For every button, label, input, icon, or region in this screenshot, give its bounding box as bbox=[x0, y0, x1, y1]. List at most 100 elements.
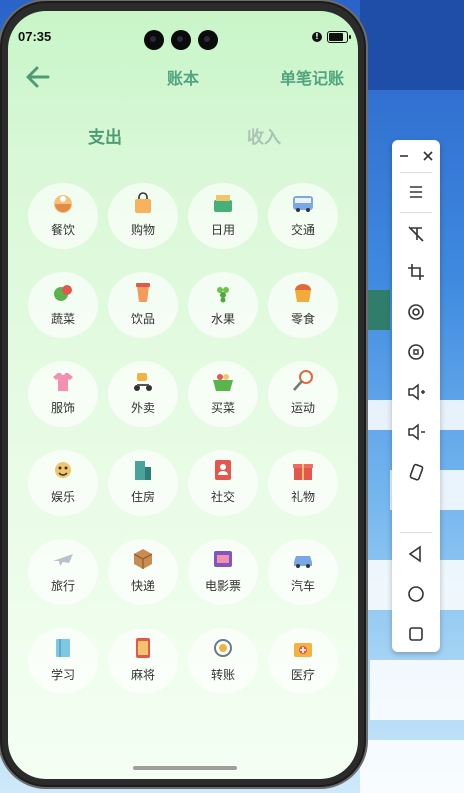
single-record-button[interactable]: 单笔记账 bbox=[280, 65, 344, 89]
entertainment-icon bbox=[51, 458, 75, 482]
medical-kit-icon bbox=[291, 636, 315, 660]
camera-icon bbox=[198, 30, 218, 50]
category-16[interactable]: 礼物 bbox=[268, 450, 338, 516]
notification-alert-icon: ! bbox=[312, 32, 322, 42]
category-18[interactable]: 快递 bbox=[108, 539, 178, 605]
category-24[interactable]: 医疗 bbox=[268, 628, 338, 694]
bus-icon bbox=[291, 191, 315, 215]
contacts-icon bbox=[211, 458, 235, 482]
volume-up-icon[interactable] bbox=[402, 378, 430, 406]
tab-expense[interactable]: 支出 bbox=[75, 123, 135, 148]
category-2[interactable]: 购物 bbox=[108, 183, 178, 249]
category-label: 日用 bbox=[210, 223, 235, 237]
category-label: 快递 bbox=[130, 579, 155, 593]
package-icon bbox=[131, 547, 155, 571]
category-12[interactable]: 运动 bbox=[268, 361, 338, 427]
airplane-icon bbox=[51, 547, 75, 571]
category-label: 住房 bbox=[130, 490, 155, 504]
app-screen: 07:35 ! 账本 单笔记账 支出 收入 餐饮 购物 日用 交通蔬菜 饮品 水果 零食服饰… bbox=[8, 11, 358, 779]
category-7[interactable]: 水果 bbox=[188, 272, 258, 338]
tab-income[interactable]: 收入 bbox=[234, 123, 294, 148]
category-4[interactable]: 交通 bbox=[268, 183, 338, 249]
category-17[interactable]: 旅行 bbox=[28, 539, 98, 605]
category-11[interactable]: 买菜 bbox=[188, 361, 258, 427]
scooter-icon bbox=[131, 369, 155, 393]
category-20[interactable]: 汽车 bbox=[268, 539, 338, 605]
category-label: 饮品 bbox=[130, 312, 155, 326]
category-14[interactable]: 住房 bbox=[108, 450, 178, 516]
shopping-bag-icon bbox=[131, 191, 155, 215]
header: 账本 单笔记账 bbox=[8, 63, 358, 95]
category-label: 买菜 bbox=[210, 401, 235, 415]
category-23[interactable]: 转账 bbox=[188, 628, 258, 694]
vegetables-icon bbox=[51, 280, 75, 304]
crop-icon[interactable] bbox=[402, 258, 430, 286]
category-label: 服饰 bbox=[50, 401, 75, 415]
touch-off-icon[interactable] bbox=[402, 220, 430, 248]
category-label: 汽车 bbox=[290, 579, 315, 593]
category-label: 医疗 bbox=[290, 668, 315, 682]
menu-icon[interactable] bbox=[402, 178, 430, 206]
racket-icon bbox=[291, 369, 315, 393]
category-1[interactable]: 餐饮 bbox=[28, 183, 98, 249]
category-6[interactable]: 饮品 bbox=[108, 272, 178, 338]
category-label: 零食 bbox=[290, 312, 315, 326]
category-19[interactable]: 电影票 bbox=[188, 539, 258, 605]
transfer-icon bbox=[211, 636, 235, 660]
category-label: 外卖 bbox=[130, 401, 155, 415]
category-label: 礼物 bbox=[290, 490, 315, 504]
snack-icon bbox=[291, 280, 315, 304]
drink-cup-icon bbox=[131, 280, 155, 304]
category-15[interactable]: 社交 bbox=[188, 450, 258, 516]
toolbar-divider bbox=[400, 172, 432, 173]
category-label: 交通 bbox=[290, 223, 315, 237]
category-label: 蔬菜 bbox=[50, 312, 75, 326]
daily-goods-icon bbox=[211, 191, 235, 215]
screenshot-icon[interactable] bbox=[402, 338, 430, 366]
category-22[interactable]: 麻将 bbox=[108, 628, 178, 694]
category-label: 转账 bbox=[210, 668, 235, 682]
camera-icon bbox=[171, 30, 191, 50]
category-9[interactable]: 服饰 bbox=[28, 361, 98, 427]
category-label: 运动 bbox=[290, 401, 315, 415]
gift-icon bbox=[291, 458, 315, 482]
category-13[interactable]: 娱乐 bbox=[28, 450, 98, 516]
tshirt-icon bbox=[51, 369, 75, 393]
shake-icon[interactable] bbox=[402, 458, 430, 486]
car-icon bbox=[291, 547, 315, 571]
category-label: 娱乐 bbox=[50, 490, 75, 504]
camera-icon bbox=[144, 30, 164, 50]
category-label: 学习 bbox=[50, 668, 75, 682]
side-toolbar bbox=[392, 140, 440, 652]
home-indicator[interactable] bbox=[133, 766, 237, 770]
close-icon[interactable] bbox=[414, 142, 442, 170]
toolbar-divider bbox=[400, 532, 432, 533]
building-icon bbox=[131, 458, 155, 482]
category-label: 社交 bbox=[210, 490, 235, 504]
category-label: 水果 bbox=[210, 312, 235, 326]
category-label: 电影票 bbox=[204, 579, 241, 593]
category-5[interactable]: 蔬菜 bbox=[28, 272, 98, 338]
category-label: 餐饮 bbox=[50, 223, 75, 237]
nav-recent-icon[interactable] bbox=[402, 620, 430, 648]
battery-icon bbox=[327, 31, 351, 43]
basket-icon bbox=[211, 369, 235, 393]
movie-ticket-icon bbox=[211, 547, 235, 571]
grapes-icon bbox=[211, 280, 235, 304]
status-bar: 07:35 ! bbox=[8, 25, 358, 50]
book-icon bbox=[51, 636, 75, 660]
phone-frame: 07:35 ! 账本 单笔记账 支出 收入 餐饮 购物 日用 交通蔬菜 饮品 水果 零食服饰… bbox=[2, 3, 364, 785]
category-21[interactable]: 学习 bbox=[28, 628, 98, 694]
category-8[interactable]: 零食 bbox=[268, 272, 338, 338]
category-3[interactable]: 日用 bbox=[188, 183, 258, 249]
status-time: 07:35 bbox=[18, 29, 52, 44]
type-tabs: 支出 收入 bbox=[8, 123, 358, 151]
nav-home-icon[interactable] bbox=[402, 580, 430, 608]
rotate-icon[interactable] bbox=[402, 298, 430, 326]
food-bowl-icon bbox=[51, 191, 75, 215]
category-10[interactable]: 外卖 bbox=[108, 361, 178, 427]
volume-down-icon[interactable] bbox=[402, 418, 430, 446]
category-label: 麻将 bbox=[130, 668, 155, 682]
toolbar-divider bbox=[400, 212, 432, 213]
nav-back-icon[interactable] bbox=[402, 540, 430, 568]
